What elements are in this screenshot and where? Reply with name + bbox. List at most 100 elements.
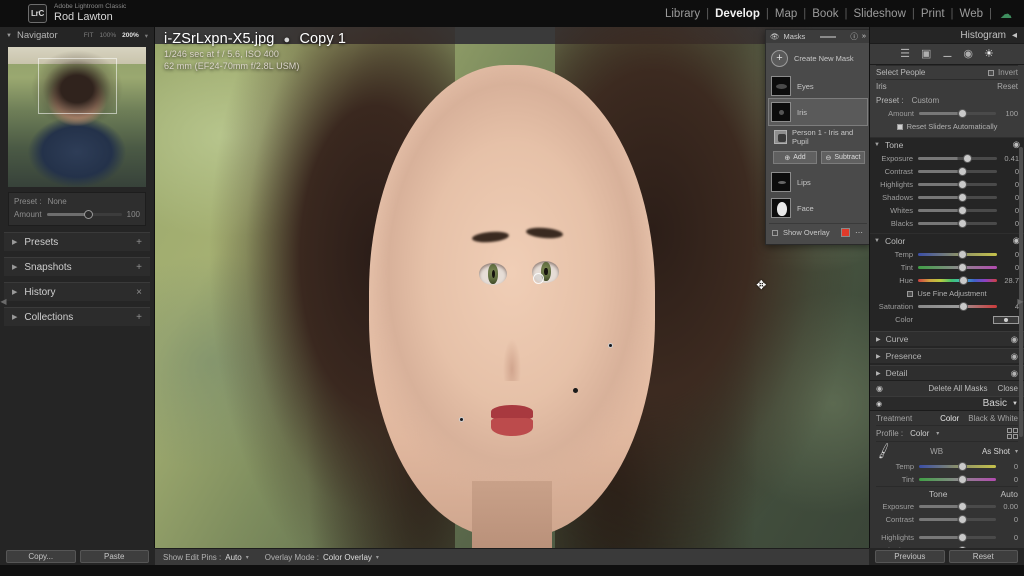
- amount-slider-row[interactable]: Amount 100: [14, 210, 140, 219]
- presets-add-icon[interactable]: +: [136, 237, 142, 248]
- panel-collapse-icon[interactable]: ◂: [1012, 30, 1017, 41]
- histogram-header[interactable]: Histogram ◂: [870, 27, 1024, 43]
- slider-track[interactable]: [919, 462, 996, 471]
- slider-mask-blacks[interactable]: Blacks 0: [875, 217, 1019, 230]
- sidebar-item-snapshots[interactable]: ▶ Snapshots +: [4, 257, 150, 276]
- healing-icon[interactable]: ⚊: [942, 48, 952, 60]
- snapshots-add-icon[interactable]: +: [136, 262, 142, 273]
- right-panel-collapse-arrow[interactable]: ▶: [1017, 292, 1024, 310]
- presence-toggle-icon[interactable]: ◉: [1011, 351, 1018, 362]
- show-overlay-row[interactable]: Show Overlay ⋯: [769, 223, 867, 241]
- photo-canvas[interactable]: ✥: [155, 27, 869, 548]
- zoom-fit[interactable]: FIT: [84, 32, 94, 39]
- slider-track[interactable]: [918, 154, 997, 163]
- show-edit-pins-value[interactable]: Auto: [225, 553, 241, 562]
- chevron-down-icon[interactable]: ▼: [1012, 401, 1018, 407]
- history-clear-icon[interactable]: ×: [136, 287, 142, 298]
- slider-mask-saturation[interactable]: Saturation 4: [875, 300, 1019, 313]
- module-book[interactable]: Book: [806, 8, 844, 20]
- basic-left-icon[interactable]: ◉: [876, 400, 882, 408]
- invert-checkbox[interactable]: [987, 69, 994, 76]
- treatment-color-option[interactable]: Color: [940, 414, 959, 423]
- plus-icon[interactable]: +: [771, 50, 788, 67]
- slider-track[interactable]: [919, 533, 996, 542]
- select-people-row[interactable]: Select People Invert: [876, 65, 1018, 79]
- copy-button[interactable]: Copy...: [6, 550, 76, 563]
- mask-color-swatch[interactable]: [993, 315, 1019, 324]
- slider-track[interactable]: [919, 475, 996, 484]
- slider-mask-contrast[interactable]: Contrast 0: [875, 165, 1019, 178]
- mask-color-section-header[interactable]: ▼ Color ◉: [870, 233, 1024, 247]
- profile-browser-icon[interactable]: [1006, 427, 1018, 440]
- overlay-options-icon[interactable]: ⋯: [855, 228, 864, 237]
- slider-track[interactable]: [918, 180, 997, 189]
- previous-button[interactable]: Previous: [875, 550, 945, 563]
- slider-mask-tint[interactable]: Tint 0: [875, 261, 1019, 274]
- mask-amount-slider[interactable]: Amount 100: [876, 107, 1018, 120]
- slider-track[interactable]: [918, 167, 997, 176]
- mask-color-picker-row[interactable]: Color: [875, 313, 1019, 326]
- mask-preset-row[interactable]: Preset : Custom: [876, 93, 1018, 107]
- slider-basic-temp[interactable]: Temp 0: [876, 460, 1018, 473]
- edit-pin-lips[interactable]: [459, 416, 465, 422]
- slider-track[interactable]: [918, 263, 997, 272]
- overlay-color-swatch[interactable]: [841, 228, 850, 237]
- slider-basic-tint[interactable]: Tint 0: [876, 473, 1018, 486]
- slider-track[interactable]: [919, 502, 996, 511]
- slider-mask-highlights[interactable]: Highlights 0: [875, 178, 1019, 191]
- slider-mask-shadows[interactable]: Shadows 0: [875, 191, 1019, 204]
- module-library[interactable]: Library: [659, 8, 706, 20]
- red-eye-icon[interactable]: ◉: [963, 48, 973, 60]
- eyedropper-icon[interactable]: 🖌: [874, 442, 893, 460]
- sidebar-item-collections[interactable]: ▶ Collections +: [4, 307, 150, 326]
- wb-dropdown-icon[interactable]: ▾: [1015, 448, 1018, 455]
- mask-subtract-button[interactable]: ⊖ Subtract: [821, 151, 865, 164]
- reset-button[interactable]: Reset: [948, 550, 1018, 563]
- mask-item-eyes[interactable]: Eyes: [769, 73, 867, 99]
- show-edit-pins-control[interactable]: Show Edit Pins : Auto ▾: [163, 553, 249, 562]
- mask-preset-value[interactable]: Custom: [904, 96, 1018, 105]
- masks-visibility-icon[interactable]: 👁: [770, 32, 780, 41]
- left-panel-collapse-arrow[interactable]: ◀: [0, 292, 7, 310]
- mask-add-button[interactable]: ⊕ Add: [773, 151, 817, 164]
- navigator-preview[interactable]: [8, 47, 146, 187]
- slider-track[interactable]: [918, 219, 997, 228]
- profile-dropdown-icon[interactable]: ▾: [936, 430, 939, 437]
- mask-reset-button[interactable]: Reset: [997, 82, 1018, 91]
- chevron-down-icon[interactable]: ▼: [6, 33, 12, 39]
- navigator-header[interactable]: ▼ Navigator FIT 100% 200% ▾: [0, 27, 154, 44]
- mask-item-face[interactable]: Face: [769, 195, 867, 221]
- wb-value[interactable]: As Shot: [982, 447, 1010, 456]
- mask-tone-section-header[interactable]: ▼ Tone ◉: [870, 137, 1024, 151]
- detail-toggle-icon[interactable]: ◉: [1011, 368, 1018, 379]
- zoom-200[interactable]: 200%: [122, 32, 139, 39]
- slider-mask-exposure[interactable]: Exposure 0.41: [875, 152, 1019, 165]
- module-web[interactable]: Web: [954, 8, 989, 20]
- paste-button[interactable]: Paste: [79, 550, 149, 563]
- close-masks-button[interactable]: Close: [998, 384, 1018, 393]
- auto-tone-button[interactable]: Auto: [1001, 489, 1019, 499]
- reset-sliders-row[interactable]: Reset Sliders Automatically: [876, 120, 1018, 133]
- module-slideshow[interactable]: Slideshow: [847, 8, 911, 20]
- slider-mask-whites[interactable]: Whites 0: [875, 204, 1019, 217]
- navigator-crop-rect[interactable]: [38, 58, 118, 115]
- preset-value[interactable]: None: [48, 197, 67, 206]
- preset-row[interactable]: Preset : None: [14, 197, 140, 206]
- curve-toggle-icon[interactable]: ◉: [1011, 334, 1018, 345]
- overlay-mode-value[interactable]: Color Overlay: [323, 553, 372, 562]
- collections-add-icon[interactable]: +: [136, 312, 142, 323]
- slider-track[interactable]: [918, 302, 997, 311]
- zoom-100[interactable]: 100%: [99, 32, 116, 39]
- show-overlay-checkbox[interactable]: [772, 229, 778, 236]
- overlay-mode-control[interactable]: Overlay Mode : Color Overlay ▾: [265, 553, 379, 562]
- slider-track[interactable]: [918, 206, 997, 215]
- module-map[interactable]: Map: [769, 8, 803, 20]
- amount-slider-track[interactable]: [46, 210, 122, 219]
- mask-footer-toggle-icon[interactable]: ◉: [876, 384, 883, 393]
- masks-panel-header[interactable]: 👁 Masks ⓘ »: [766, 30, 869, 43]
- cloud-icon[interactable]: ☁: [1000, 7, 1012, 21]
- mask-item-iris[interactable]: Iris: [768, 98, 868, 126]
- fine-adjustment-row[interactable]: Use Fine Adjustment: [875, 287, 1019, 300]
- module-develop[interactable]: Develop: [709, 8, 766, 20]
- masks-drag-handle[interactable]: [819, 35, 836, 38]
